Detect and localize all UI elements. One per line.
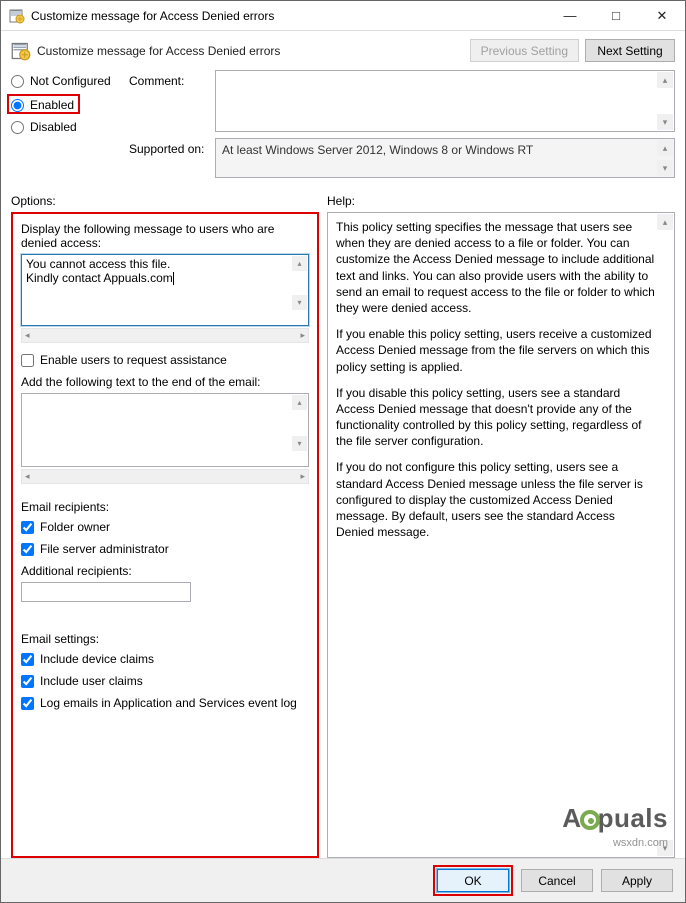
additional-recipients-input[interactable] xyxy=(21,582,191,602)
scroll-up-icon[interactable]: ▴ xyxy=(292,256,307,271)
hscroll-bar[interactable]: ◂▸ xyxy=(21,328,309,343)
folder-owner-checkbox[interactable]: Folder owner xyxy=(21,520,309,534)
folder-owner-input[interactable] xyxy=(21,521,34,534)
additional-recipients-label: Additional recipients: xyxy=(21,564,309,578)
display-message-value: You cannot access this file. Kindly cont… xyxy=(26,257,173,285)
help-paragraph: If you disable this policy setting, user… xyxy=(336,385,656,450)
options-pane: Display the following message to users w… xyxy=(11,212,319,858)
email-text-textarea[interactable]: ▴ ▾ xyxy=(21,393,309,467)
cancel-button[interactable]: Cancel xyxy=(521,869,593,892)
panes: Display the following message to users w… xyxy=(1,212,685,858)
radio-not-configured-label: Not Configured xyxy=(30,74,111,88)
dialog-footer: OK Cancel Apply xyxy=(1,858,685,902)
log-emails-checkbox[interactable]: Log emails in Application and Services e… xyxy=(21,696,309,710)
scroll-up-icon[interactable]: ▴ xyxy=(657,214,673,230)
hscroll-bar[interactable]: ◂▸ xyxy=(21,469,309,484)
options-label: Options: xyxy=(11,194,327,208)
radio-enabled[interactable]: Enabled xyxy=(11,98,74,112)
log-emails-label: Log emails in Application and Services e… xyxy=(40,696,297,710)
previous-setting-button[interactable]: Previous Setting xyxy=(470,39,579,62)
watermark-site: wsxdn.com xyxy=(562,836,668,851)
enable-request-label: Enable users to request assistance xyxy=(40,353,227,367)
appuals-o-icon xyxy=(580,810,600,830)
user-claims-label: Include user claims xyxy=(40,674,143,688)
dialog-window: Customize message for Access Denied erro… xyxy=(0,0,686,903)
scroll-up-icon[interactable]: ▴ xyxy=(657,140,673,156)
window-title: Customize message for Access Denied erro… xyxy=(31,9,547,23)
user-claims-checkbox[interactable]: Include user claims xyxy=(21,674,309,688)
file-admin-label: File server administrator xyxy=(40,542,169,556)
policy-icon xyxy=(9,8,25,24)
folder-owner-label: Folder owner xyxy=(40,520,110,534)
help-paragraph: If you enable this policy setting, users… xyxy=(336,326,656,375)
supported-label: Supported on: xyxy=(129,138,215,156)
log-emails-input[interactable] xyxy=(21,697,34,710)
enable-request-input[interactable] xyxy=(21,354,34,367)
recipients-label: Email recipients: xyxy=(21,500,309,514)
watermark-brand: Apuals xyxy=(562,801,668,836)
file-admin-input[interactable] xyxy=(21,543,34,556)
display-message-textarea[interactable]: You cannot access this file. Kindly cont… xyxy=(21,254,309,326)
watermark: Apuals wsxdn.com xyxy=(562,801,668,851)
scroll-up-icon[interactable]: ▴ xyxy=(657,72,673,88)
comment-label: Comment: xyxy=(129,70,215,88)
device-claims-label: Include device claims xyxy=(40,652,154,666)
radio-enabled-label: Enabled xyxy=(30,98,74,112)
help-paragraph: This policy setting specifies the messag… xyxy=(336,219,656,316)
file-admin-checkbox[interactable]: File server administrator xyxy=(21,542,309,556)
ok-highlight: OK xyxy=(433,865,513,896)
scroll-down-icon[interactable]: ▾ xyxy=(657,840,673,856)
watermark-brand-pre: A xyxy=(562,803,581,833)
scroll-down-icon[interactable]: ▾ xyxy=(657,114,673,130)
scroll-up-icon[interactable]: ▴ xyxy=(292,395,307,410)
email-settings-label: Email settings: xyxy=(21,632,309,646)
scroll-down-icon[interactable]: ▾ xyxy=(292,295,307,310)
help-label: Help: xyxy=(327,194,675,208)
meta-column: Comment: ▴ ▾ Supported on: At least Wind… xyxy=(129,70,675,184)
header-row: Customize message for Access Denied erro… xyxy=(1,31,685,68)
radio-not-configured[interactable]: Not Configured xyxy=(11,74,129,88)
policy-icon xyxy=(11,41,31,61)
enabled-highlight: Enabled xyxy=(7,94,80,114)
titlebar: Customize message for Access Denied erro… xyxy=(1,1,685,31)
help-paragraph: If you do not configure this policy sett… xyxy=(336,459,656,540)
apply-button[interactable]: Apply xyxy=(601,869,673,892)
radio-disabled[interactable]: Disabled xyxy=(11,120,129,134)
radio-disabled-label: Disabled xyxy=(30,120,77,134)
maximize-button[interactable]: □ xyxy=(593,1,639,31)
watermark-brand-post: puals xyxy=(598,803,668,833)
state-section: Not Configured Enabled Disabled Comment:… xyxy=(1,68,685,184)
supported-on-value: At least Windows Server 2012, Windows 8 … xyxy=(222,143,533,157)
device-claims-input[interactable] xyxy=(21,653,34,666)
state-radios: Not Configured Enabled Disabled xyxy=(11,70,129,184)
ok-button[interactable]: OK xyxy=(437,869,509,892)
email-text-label: Add the following text to the end of the… xyxy=(21,375,309,389)
scroll-down-icon[interactable]: ▾ xyxy=(657,160,673,176)
radio-enabled-input[interactable] xyxy=(11,99,24,112)
next-setting-button[interactable]: Next Setting xyxy=(585,39,675,62)
comment-textarea[interactable]: ▴ ▾ xyxy=(215,70,675,132)
close-button[interactable]: ✕ xyxy=(639,1,685,31)
display-message-label: Display the following message to users w… xyxy=(21,222,309,250)
radio-not-configured-input[interactable] xyxy=(11,75,24,88)
scroll-down-icon[interactable]: ▾ xyxy=(292,436,307,451)
device-claims-checkbox[interactable]: Include device claims xyxy=(21,652,309,666)
user-claims-input[interactable] xyxy=(21,675,34,688)
minimize-button[interactable]: — xyxy=(547,1,593,31)
enable-request-checkbox[interactable]: Enable users to request assistance xyxy=(21,353,309,367)
radio-disabled-input[interactable] xyxy=(11,121,24,134)
section-headers: Options: Help: xyxy=(1,184,685,212)
help-pane: This policy setting specifies the messag… xyxy=(327,212,675,858)
supported-on-text: At least Windows Server 2012, Windows 8 … xyxy=(215,138,675,178)
header-title: Customize message for Access Denied erro… xyxy=(37,44,464,58)
